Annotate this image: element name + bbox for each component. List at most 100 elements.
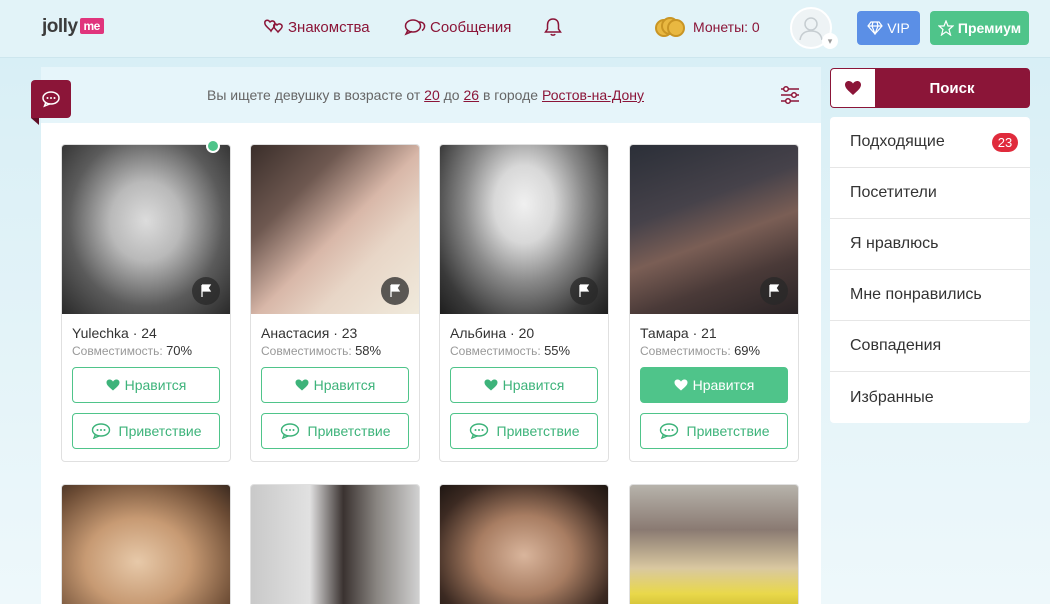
bell-icon (544, 18, 562, 36)
compat-label: Совместимость: (261, 344, 352, 358)
top-header: jolly me Знакомства Сообщения Монеты: 0 ▾… (0, 0, 1050, 58)
sidebar-item-label: Подходящие (850, 133, 945, 150)
diamond-icon (867, 21, 883, 35)
sidebar-item-label: Посетители (850, 184, 937, 201)
chat-dots-icon (91, 423, 110, 439)
notifications-button[interactable] (544, 17, 566, 37)
sidebar-item-favorites[interactable]: Избранные (830, 372, 1030, 423)
sidebar-item-label: Избранные (850, 388, 934, 406)
compat-value: 58% (355, 343, 382, 358)
city-prefix: в городе (482, 87, 539, 103)
nav-messages[interactable]: Сообщения (404, 18, 511, 36)
greeting-label: Приветствие (496, 423, 580, 439)
like-button[interactable]: Нравится (261, 367, 409, 403)
user-avatar-menu[interactable]: ▾ (790, 7, 838, 51)
like-label: Нравится (692, 377, 755, 393)
profile-name-age[interactable]: Yulechka · 24 (72, 325, 157, 341)
compat-label: Совместимость: (450, 344, 541, 358)
profile-card[interactable]: Анастасия · 23 Совместимость: 58% Нравит… (250, 144, 420, 462)
sidebar-item-label: Совпадения (850, 337, 942, 354)
like-button-active[interactable]: Нравится (640, 367, 788, 403)
coins-label: Монеты: 0 (693, 19, 760, 35)
report-button[interactable] (192, 277, 220, 305)
sidebar-menu: Подходящие 23 Посетители Я нравлюсь Мне … (830, 117, 1030, 423)
report-button[interactable] (570, 277, 598, 305)
nav-dating[interactable]: Знакомства (264, 18, 370, 36)
vip-label: VIP (887, 20, 910, 36)
report-button[interactable] (760, 277, 788, 305)
premium-label: Премиум (957, 20, 1022, 36)
compat-value: 69% (734, 343, 761, 358)
profile-card[interactable]: Тамара · 21 Совместимость: 69% Нравится … (629, 144, 799, 462)
sidebar-item-label: Мне понравились (850, 286, 982, 303)
count-badge: 23 (992, 133, 1018, 152)
flag-icon (769, 284, 780, 297)
greeting-label: Приветствие (307, 423, 391, 439)
greeting-button[interactable]: Приветствие (261, 413, 409, 449)
compat-label: Совместимость: (72, 344, 163, 358)
profile-card[interactable]: Альбина · 20 Совместимость: 55% Нравится… (439, 144, 609, 462)
nav-dating-label: Знакомства (288, 18, 370, 36)
logo[interactable]: jolly me (42, 16, 104, 38)
greeting-button[interactable]: Приветствие (72, 413, 220, 449)
compatibility: Совместимость: 70% (72, 343, 192, 358)
sidebar-item-visitors[interactable]: Посетители (830, 168, 1030, 219)
chevron-down-icon: ▾ (822, 33, 838, 49)
premium-button[interactable]: Премиум (930, 11, 1029, 45)
sidebar-item-matching[interactable]: Подходящие 23 (830, 117, 1030, 168)
sliders-icon (781, 85, 799, 105)
search-between: до (443, 87, 460, 103)
profile-name-age[interactable]: Тамара · 21 (640, 325, 717, 341)
coins-balance[interactable]: Монеты: 0 (655, 17, 760, 37)
profile-name-age[interactable]: Альбина · 20 (450, 325, 534, 341)
filter-settings-button[interactable] (779, 84, 801, 111)
user-placeholder-icon (799, 17, 823, 41)
search-criteria: Вы ищете девушку в возрасте от 20 до 26 … (207, 87, 644, 103)
search-button[interactable]: Поиск (830, 68, 1030, 108)
compat-value: 70% (166, 343, 193, 358)
heart-badge (831, 69, 875, 107)
greeting-button[interactable]: Приветствие (450, 413, 598, 449)
age-from-link[interactable]: 20 (424, 87, 440, 103)
chat-dots-icon (469, 423, 488, 439)
chat-icon (42, 91, 60, 108)
coins-icon (655, 17, 685, 37)
chat-dots-icon (659, 423, 678, 439)
profile-photo[interactable] (250, 484, 420, 604)
sidebar-item-i-liked[interactable]: Мне понравились (830, 270, 1030, 321)
hearts-icon (264, 19, 283, 34)
nav-messages-label: Сообщения (430, 18, 512, 36)
heart-icon (674, 379, 688, 391)
compat-label: Совместимость: (640, 344, 731, 358)
search-results-panel: Вы ищете девушку в возрасте от 20 до 26 … (31, 67, 821, 604)
star-icon (937, 20, 954, 36)
heart-icon (484, 379, 498, 391)
sidebar-item-matches[interactable]: Совпадения (830, 321, 1030, 372)
like-button[interactable]: Нравится (450, 367, 598, 403)
like-label: Нравится (313, 377, 376, 393)
profile-photo[interactable] (439, 484, 609, 604)
heart-icon (295, 379, 309, 391)
heart-icon (106, 379, 120, 391)
compatibility: Совместимость: 55% (450, 343, 570, 358)
like-button[interactable]: Нравится (72, 367, 220, 403)
flag-icon (390, 284, 401, 297)
search-summary-bar: Вы ищете девушку в возрасте от 20 до 26 … (31, 67, 821, 125)
profile-photo[interactable] (629, 484, 799, 604)
report-button[interactable] (381, 277, 409, 305)
chat-tab[interactable] (31, 80, 71, 125)
profile-card[interactable]: Yulechka · 24 Совместимость: 70% Нравитс… (61, 139, 231, 462)
like-label: Нравится (124, 377, 187, 393)
age-to-link[interactable]: 26 (463, 87, 479, 103)
heart-icon (845, 81, 861, 95)
profile-name-age[interactable]: Анастасия · 23 (261, 325, 357, 341)
vip-button[interactable]: VIP (857, 11, 920, 45)
flag-icon (201, 284, 212, 297)
city-link[interactable]: Ростов-на-Дону (542, 87, 644, 103)
profile-photo[interactable] (61, 484, 231, 604)
flag-icon (579, 284, 590, 297)
sidebar-item-liked-me[interactable]: Я нравлюсь (830, 219, 1030, 270)
greeting-button[interactable]: Приветствие (640, 413, 788, 449)
chat-dots-icon (280, 423, 299, 439)
logo-text: jolly (42, 16, 78, 37)
